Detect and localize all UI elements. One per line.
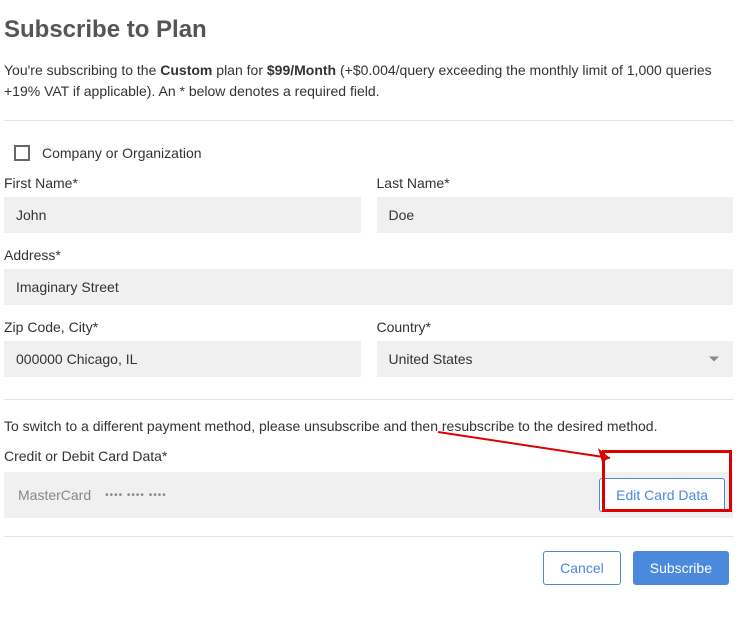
- first-name-input[interactable]: [4, 197, 361, 233]
- card-mask: •••• •••• ••••: [105, 490, 167, 501]
- card-display: MasterCard •••• •••• ••••: [4, 472, 591, 518]
- first-name-label: First Name*: [4, 175, 361, 191]
- last-name-label: Last Name*: [377, 175, 734, 191]
- intro-price: $99/Month: [267, 62, 336, 78]
- intro-prefix: You're subscribing to the: [4, 62, 160, 78]
- zip-city-label: Zip Code, City*: [4, 319, 361, 335]
- edit-card-button[interactable]: Edit Card Data: [599, 478, 725, 512]
- subscribe-button[interactable]: Subscribe: [633, 551, 729, 585]
- payment-note: To switch to a different payment method,…: [4, 400, 733, 448]
- zip-city-input[interactable]: [4, 341, 361, 377]
- card-brand: MasterCard: [18, 487, 91, 503]
- card-data-label: Credit or Debit Card Data*: [4, 448, 733, 464]
- company-checkbox[interactable]: [14, 145, 30, 161]
- intro-mid: plan for: [212, 62, 266, 78]
- address-label: Address*: [4, 247, 733, 263]
- intro-plan: Custom: [160, 62, 212, 78]
- cancel-button[interactable]: Cancel: [543, 551, 621, 585]
- intro-text: You're subscribing to the Custom plan fo…: [4, 60, 733, 102]
- country-label: Country*: [377, 319, 734, 335]
- page-title: Subscribe to Plan: [4, 16, 733, 44]
- country-select[interactable]: [377, 341, 734, 377]
- company-checkbox-label: Company or Organization: [42, 145, 202, 161]
- address-input[interactable]: [4, 269, 733, 305]
- last-name-input[interactable]: [377, 197, 734, 233]
